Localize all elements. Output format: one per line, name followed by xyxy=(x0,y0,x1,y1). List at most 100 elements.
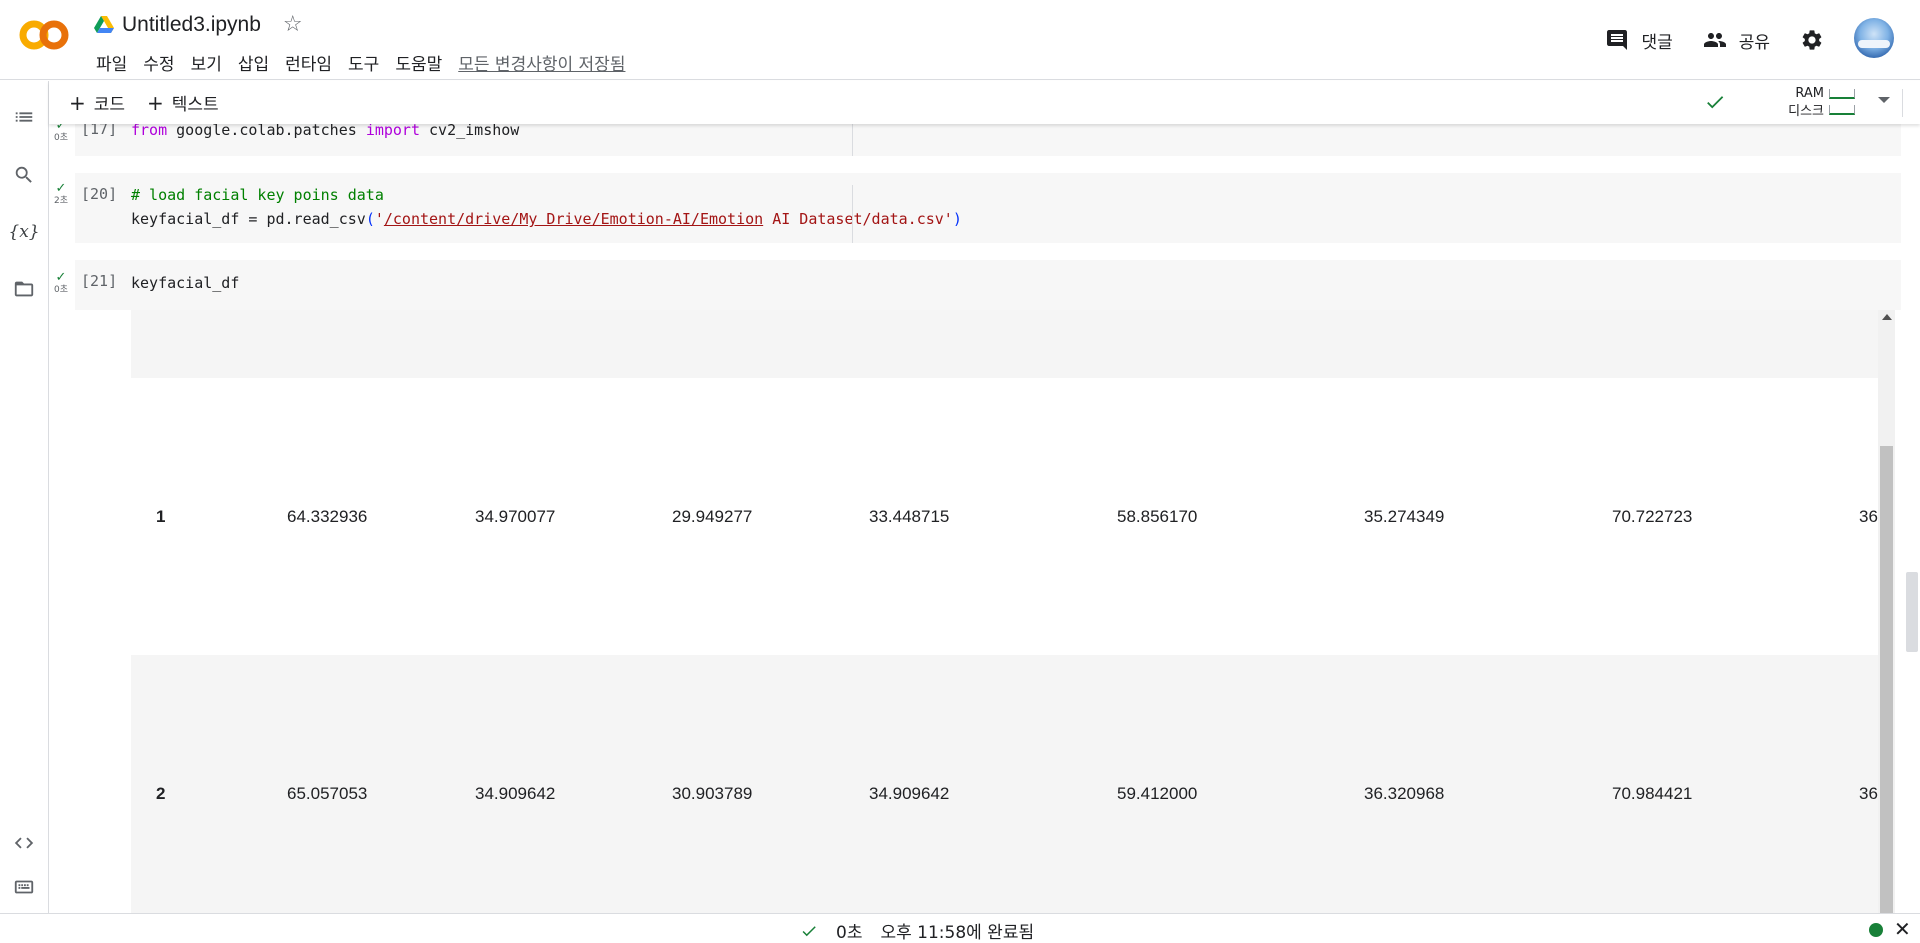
table-cell: 64.332936 xyxy=(287,507,368,526)
share-button[interactable]: 공유 xyxy=(1703,28,1770,53)
notebook-area: ✓ 0초 [17] from google.colab.patches impo… xyxy=(49,124,1920,913)
connected-check-icon[interactable] xyxy=(1704,91,1726,113)
execution-count: [20] xyxy=(81,185,118,203)
scrollbar-thumb[interactable] xyxy=(1880,446,1893,913)
check-icon: ✓ xyxy=(55,181,67,196)
table-cell: 36 xyxy=(1859,784,1878,803)
code-token: import xyxy=(365,124,420,139)
code-token: from xyxy=(131,124,168,139)
line-length-ruler xyxy=(852,124,853,156)
code-token: AI Dataset/data.csv xyxy=(763,210,944,228)
code-token: ' xyxy=(943,210,953,228)
menu-file[interactable]: 파일 xyxy=(88,48,135,77)
app-header: Untitled3.ipynb ☆ 파일 수정 보기 삽입 런타임 도구 도움말… xyxy=(0,0,1920,80)
output-scrollbar[interactable] xyxy=(1878,310,1895,913)
menu-runtime[interactable]: 런타임 xyxy=(277,48,340,77)
variables-icon[interactable]: {x} xyxy=(8,220,39,244)
execution-count: [21] xyxy=(81,272,118,290)
code-token: ( xyxy=(365,210,375,228)
table-row: 2 65.057053 34.909642 30.903789 34.90964… xyxy=(131,655,1878,913)
code-token: cv2_imshow xyxy=(420,124,520,139)
menu-insert[interactable]: 삽입 xyxy=(230,48,277,77)
code-snippets-icon[interactable] xyxy=(12,831,36,855)
notebook-title[interactable]: Untitled3.ipynb xyxy=(122,13,261,37)
execution-count: [17] xyxy=(81,124,118,138)
star-icon[interactable]: ☆ xyxy=(283,12,303,37)
table-cell: 70.722723 xyxy=(1612,507,1693,526)
code-token: keyfacial_df = pd.read_csv xyxy=(131,210,366,228)
chevron-down-icon[interactable] xyxy=(1878,97,1890,103)
run-status[interactable]: ✓ 2초 xyxy=(49,181,73,207)
page-scrollbar-thumb[interactable] xyxy=(1906,572,1918,652)
drive-path-link[interactable]: /content/drive/My Drive/Emotion-AI/Emoti… xyxy=(384,210,763,228)
table-cell: 65.057053 xyxy=(287,784,368,803)
disk-label: 디스크 xyxy=(1788,104,1824,119)
check-icon: ✓ xyxy=(55,270,67,285)
code-editor[interactable]: keyfacial_df xyxy=(131,271,239,295)
comment-button[interactable]: 댓글 xyxy=(1605,28,1673,53)
table-cell: 34.970077 xyxy=(475,507,556,526)
table-cell: 33.448715 xyxy=(869,507,950,526)
run-status[interactable]: ✓ 0초 xyxy=(49,124,73,144)
resource-monitor[interactable]: RAM 디스크 xyxy=(1734,85,1824,121)
saved-status-link[interactable]: 모든 변경사항이 저장됨 xyxy=(450,48,633,77)
comment-icon xyxy=(1607,30,1628,50)
run-time: 2초 xyxy=(53,196,68,206)
code-cell[interactable]: ✓ 0초 [21] keyfacial_df xyxy=(54,260,1901,310)
table-cell: 35.274349 xyxy=(1364,507,1445,526)
table-cell: 59.412000 xyxy=(1117,784,1198,803)
notebook-toolbar: + 코드 + 텍스트 RAM 디스크 xyxy=(49,81,1920,124)
add-text-label: 텍스트 xyxy=(171,95,219,115)
table-cell: 58.856170 xyxy=(1117,507,1198,526)
folder-icon[interactable] xyxy=(12,277,36,301)
add-code-button[interactable]: + 코드 xyxy=(69,90,125,116)
code-token: ' xyxy=(374,210,384,228)
ram-label: RAM xyxy=(1795,86,1824,101)
code-token: google.colab.patches xyxy=(167,124,366,139)
colab-logo[interactable] xyxy=(18,18,70,52)
code-token: keyfacial_df xyxy=(131,274,240,292)
table-cell: 36 xyxy=(1859,507,1878,526)
command-palette-icon[interactable] xyxy=(12,875,36,899)
run-time: 0초 xyxy=(53,285,68,295)
table-cell: 34.909642 xyxy=(475,784,556,803)
plus-icon: + xyxy=(69,90,86,115)
comment-label: 댓글 xyxy=(1641,32,1673,53)
check-icon xyxy=(802,925,816,936)
close-icon[interactable]: ✕ xyxy=(1894,917,1911,941)
elapsed-time: 0초 xyxy=(836,923,863,943)
menu-view[interactable]: 보기 xyxy=(183,48,230,77)
table-header-band xyxy=(131,310,1878,378)
menu-edit[interactable]: 수정 xyxy=(135,48,182,77)
disk-bar xyxy=(1829,105,1855,115)
code-editor[interactable]: from google.colab.patches import cv2_ims… xyxy=(131,124,519,142)
table-cell: 30.903789 xyxy=(672,784,753,803)
run-time: 0초 xyxy=(53,133,68,143)
menu-help[interactable]: 도움말 xyxy=(387,48,450,77)
share-label: 공유 xyxy=(1738,32,1770,53)
code-cell[interactable]: ✓ 0초 [17] from google.colab.patches impo… xyxy=(54,124,1901,156)
table-cell: 29.949277 xyxy=(672,507,753,526)
plus-icon: + xyxy=(147,90,164,115)
cell-output[interactable]: 1 64.332936 34.970077 29.949277 33.44871… xyxy=(131,310,1895,913)
header-actions: 댓글 공유 xyxy=(1605,18,1894,58)
table-cell: 34.909642 xyxy=(869,784,950,803)
chevron-up-icon[interactable] xyxy=(1915,91,1920,113)
left-rail: {x} xyxy=(0,81,49,913)
toc-icon[interactable] xyxy=(12,105,36,129)
menu-tools[interactable]: 도구 xyxy=(340,48,387,77)
avatar[interactable] xyxy=(1854,18,1894,58)
search-icon[interactable] xyxy=(12,163,36,187)
settings-button[interactable] xyxy=(1800,28,1824,52)
resource-bars xyxy=(1829,89,1855,121)
code-editor[interactable]: # load facial key poins data keyfacial_d… xyxy=(131,183,962,231)
line-length-ruler xyxy=(852,185,853,243)
code-cell[interactable]: ✓ 2초 [20] # load facial key poins data k… xyxy=(54,173,1901,243)
execution-status[interactable]: 0초 오후 11:58에 완료됨 xyxy=(800,918,1034,943)
run-status[interactable]: ✓ 0초 xyxy=(49,270,73,296)
status-bar: 0초 오후 11:58에 완료됨 ✕ xyxy=(0,913,1920,943)
connection-status-dot[interactable] xyxy=(1869,923,1883,937)
add-text-button[interactable]: + 텍스트 xyxy=(147,90,219,116)
scroll-up-arrow-icon[interactable] xyxy=(1882,314,1892,320)
completed-time: 오후 11:58에 완료됨 xyxy=(880,923,1035,943)
